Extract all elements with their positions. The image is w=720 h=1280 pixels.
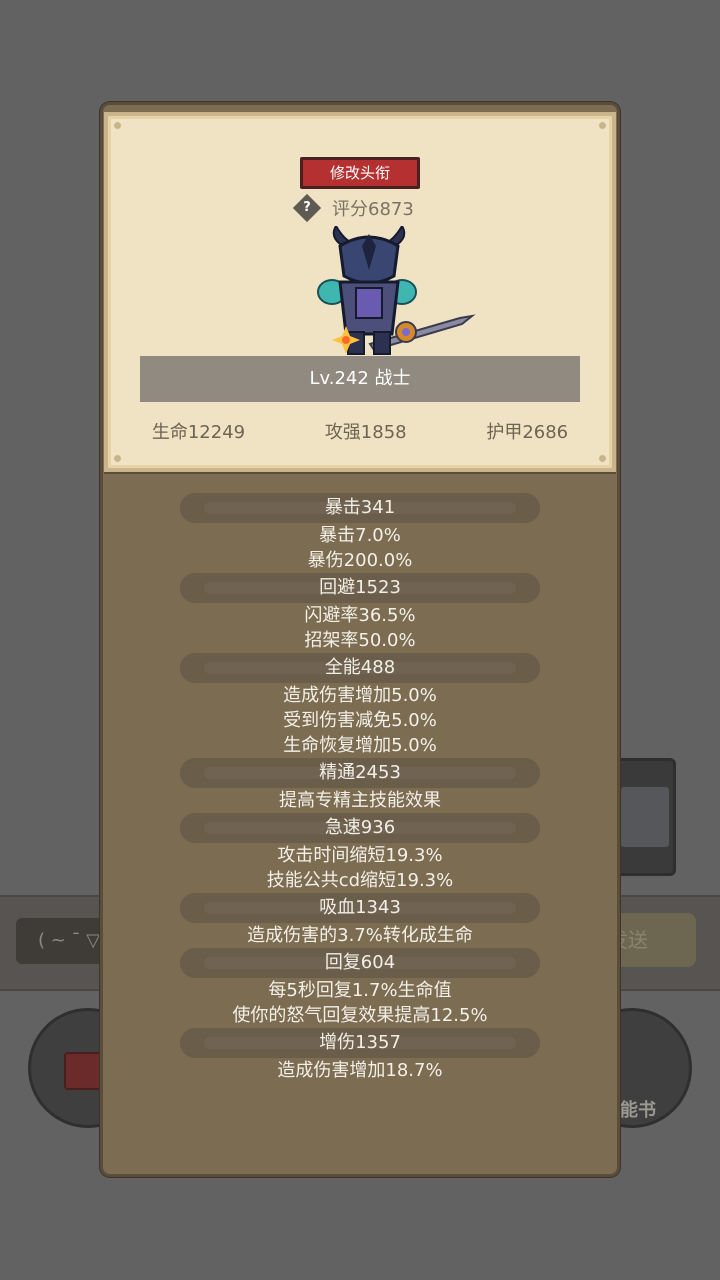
card-rivet: [599, 122, 606, 129]
warrior-avatar-icon: [317, 226, 476, 355]
skill-book-label: 能书: [620, 1100, 656, 1121]
stat-header-regen: 回复604: [180, 948, 540, 978]
stat-header-mastery: 精通2453: [180, 758, 540, 788]
stat-line: 造成伤害的3.7%转化成生命: [247, 925, 473, 946]
stat-header-lifesteal: 吸血1343: [180, 893, 540, 923]
stat-header-damage-bonus: 增伤1357: [180, 1028, 540, 1058]
stat-line: 招架率50.0%: [304, 630, 416, 651]
stat-line: 生命恢复增加5.0%: [283, 735, 437, 756]
stat-line: 每5秒回复1.7%生命值: [268, 980, 452, 1001]
stat-line: 使你的怒气回复效果提高12.5%: [232, 1005, 488, 1026]
stat-line: 受到伤害减免5.0%: [283, 710, 437, 731]
stat-header-crit: 暴击341: [180, 493, 540, 523]
level-class-bar: Lv.242 战士: [140, 356, 580, 402]
stat-line: 暴击7.0%: [319, 525, 401, 546]
stat-line: 提高专精主技能效果: [279, 790, 441, 811]
card-rivet: [114, 455, 121, 462]
armor-stat: 护甲2686: [486, 422, 569, 443]
change-title-button[interactable]: 修改头衔: [300, 157, 420, 189]
question-icon[interactable]: ?: [296, 197, 318, 219]
attack-stat: 攻强1858: [324, 422, 407, 443]
card-rivet: [599, 455, 606, 462]
background-panel: [612, 758, 676, 876]
stat-line: 造成伤害增加5.0%: [283, 685, 437, 706]
score-row: ? 评分6873: [296, 194, 414, 222]
card-rivet: [114, 122, 121, 129]
stat-line: 暴伤200.0%: [307, 550, 413, 571]
attribute-list: 暴击341 暴击7.0% 暴伤200.0% 回避1523 闪避率36.5% 招架…: [180, 493, 540, 1083]
stat-line: 造成伤害增加18.7%: [277, 1060, 443, 1081]
stat-header-dodge: 回避1523: [180, 573, 540, 603]
stat-header-haste: 急速936: [180, 813, 540, 843]
stat-line: 闪避率36.5%: [304, 605, 416, 626]
stat-line: 攻击时间缩短19.3%: [277, 845, 443, 866]
stat-header-versatility: 全能488: [180, 653, 540, 683]
core-stats: 生命12249 攻强1858 护甲2686: [112, 418, 608, 448]
hp-stat: 生命12249: [151, 422, 246, 443]
score-text: 评分6873: [332, 199, 414, 220]
stat-line: 技能公共cd缩短19.3%: [266, 870, 454, 891]
